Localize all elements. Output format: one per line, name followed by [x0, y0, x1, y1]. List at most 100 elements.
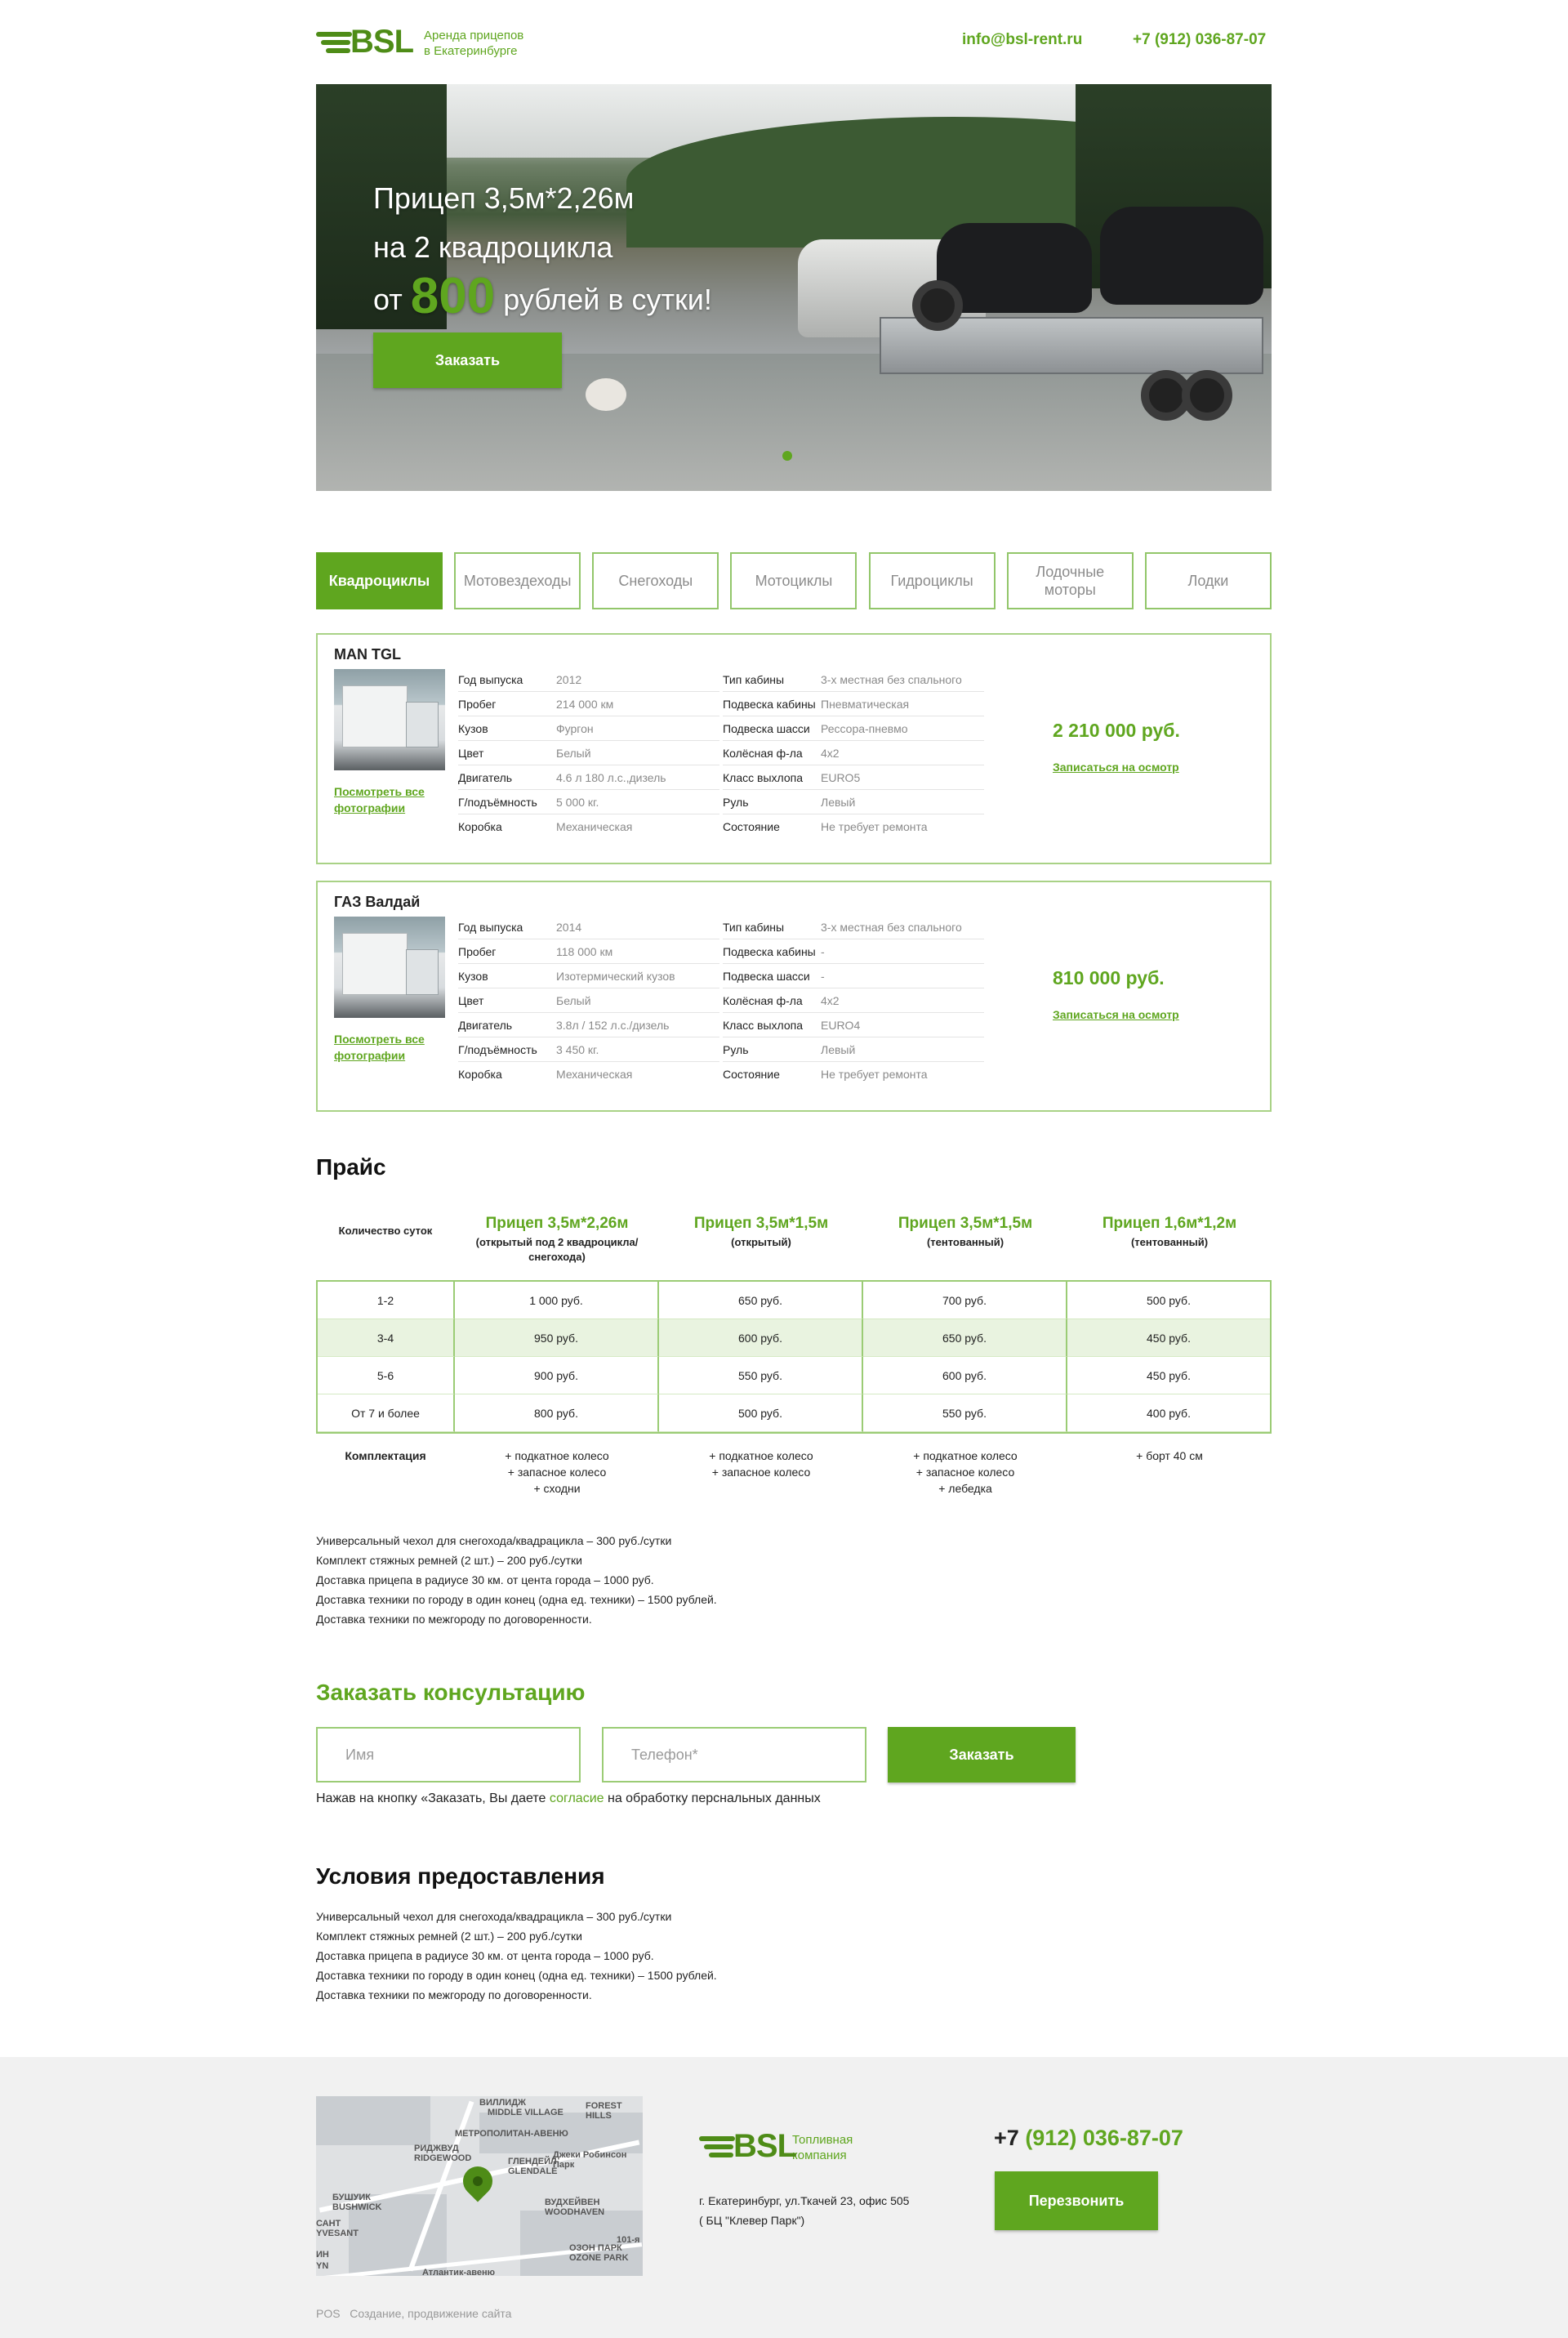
column-title: Прицеп 1,6м*1,2м [1102, 1215, 1237, 1232]
callback-button[interactable]: Перезвонить [995, 2171, 1158, 2230]
spec-key: Год выпуска [458, 672, 523, 686]
map-label: YVESANT [316, 2229, 359, 2238]
note-line: Доставка прицепа в радиусе 30 км. от цен… [316, 1949, 654, 1962]
spec-key: Состояние [723, 820, 780, 833]
tab-1[interactable]: Мотовездеходы [454, 552, 581, 609]
hero-order-button[interactable]: Заказать [373, 332, 562, 388]
consult-title: Заказать консультацию [316, 1680, 586, 1705]
hero-price-number: 800 [410, 268, 496, 324]
tab-4[interactable]: Гидроциклы [868, 552, 996, 609]
tab-3[interactable]: Мотоциклы [730, 552, 858, 609]
spec-value: Не требует ремонта [821, 1068, 928, 1081]
spec-key: Подвеска кабины [723, 944, 816, 958]
kit-list: + подкатное колесо + запасное колесо + леб… [863, 1448, 1067, 1497]
footer-logo-text: BSL [733, 2128, 797, 2164]
terms-notes: Универсальный чехол для снегохода/квадра… [316, 1907, 717, 2005]
price-cell: 550 руб. [863, 1394, 1067, 1432]
spec-value: Белый [556, 746, 591, 760]
category-tabs: Квадроциклы Мотовездеходы Снегоходы Мотоцик… [316, 552, 1272, 609]
price-cell: 400 руб. [1067, 1394, 1270, 1432]
spec-value: 3-х местная без спального [821, 920, 962, 934]
consent-link[interactable]: согласие [550, 1791, 604, 1805]
spec-key: Г/подъёмность [458, 1042, 537, 1056]
spec-row: Руль Левый [723, 1037, 984, 1062]
view-all-photos-link[interactable]: Посмотреть все фотографии [334, 783, 432, 816]
spec-row: Тип кабины 3-х местная без спального [723, 915, 984, 939]
view-all-photos-link[interactable]: Посмотреть все фотографии [334, 1031, 432, 1064]
book-inspection-link[interactable]: Записаться на осмотр [1053, 1008, 1179, 1021]
spec-row: Г/подъёмность 5 000 кг. [458, 790, 719, 814]
location-map[interactable]: ВИЛЛИДЖ MIDDLE VILLAGE FOREST HILLS МЕТРОПО… [316, 2096, 643, 2276]
map-label: RIDGEWOOD [414, 2153, 472, 2163]
price-cell: 1-2 [318, 1282, 455, 1319]
note-line: Доставка техники по городу в один конец … [316, 1593, 717, 1606]
kit-label: Комплектация [345, 1449, 426, 1462]
spec-row: Двигатель 4.6 л 180 л.с.,дизель [458, 765, 719, 790]
spec-key: Коробка [458, 1068, 502, 1081]
vehicle-card: MAN TGL Посмотреть все фотографии Год выпу… [316, 633, 1272, 864]
kit-list: + борт 40 см [1067, 1448, 1272, 1464]
tab-2[interactable]: Снегоходы [592, 552, 719, 609]
spec-key: Колёсная ф-ла [723, 993, 803, 1007]
footer-phone[interactable]: +7 (912) 036-87-07 [994, 2126, 1183, 2151]
phone-input[interactable]: Телефон* [602, 1727, 866, 1783]
book-inspection-link[interactable]: Записаться на осмотр [1053, 761, 1179, 774]
vehicle-photo[interactable] [334, 917, 445, 1018]
consult-order-button[interactable]: Заказать [888, 1727, 1076, 1783]
logo-mark: BSL [316, 24, 422, 60]
spec-row: Коробка Механическая [458, 1062, 719, 1086]
slider-dot-active[interactable] [782, 451, 792, 461]
price-row: От 7 и более 800 руб. 500 руб. 550 руб. 400 … [318, 1394, 1270, 1432]
kit-item: + запасное колесо [915, 1466, 1015, 1479]
price-cell: 5-6 [318, 1357, 455, 1394]
header-email-link[interactable]: info@bsl-rent.ru [962, 31, 1082, 49]
spec-key: Подвеска шасси [723, 721, 810, 735]
spec-key: Цвет [458, 993, 484, 1007]
spec-value: 4x2 [821, 746, 840, 760]
spec-row: Класс выхлопа EURO4 [723, 1013, 984, 1037]
tab-5[interactable]: Лодочные моторы [1006, 552, 1134, 609]
column-subtitle: (открытый) [731, 1236, 791, 1248]
tab-6[interactable]: Лодки [1144, 552, 1272, 609]
spec-row: Цвет Белый [458, 741, 719, 765]
price-notes: Универсальный чехол для снегохода/квадра… [316, 1531, 717, 1629]
pos-brand: POS [316, 2307, 341, 2320]
price-title: Прайс [316, 1154, 386, 1180]
spec-key: Руль [723, 1042, 749, 1056]
copyright[interactable]: POS Создание, продвижение сайта [316, 2307, 511, 2320]
tab-0[interactable]: Квадроциклы [316, 552, 443, 609]
vehicle-photo[interactable] [334, 669, 445, 770]
map-label: WOODHAVEN [545, 2207, 605, 2217]
spec-value: Фургон [556, 721, 594, 735]
photo-truck-body [342, 685, 408, 747]
spec-value: Пневматическая [821, 697, 910, 711]
price-cell: 900 руб. [455, 1357, 659, 1394]
footer-logo[interactable]: BSL Топливная компания [699, 2128, 853, 2164]
footer-logo-mark: BSL [699, 2128, 805, 2164]
hero-wheel [1182, 370, 1232, 421]
header-phone-link[interactable]: +7 (912) 036-87-07 [1133, 31, 1266, 49]
logo-text: BSL [350, 24, 414, 60]
spec-key: Подвеска шасси [723, 969, 810, 983]
photo-truck-body [342, 933, 408, 995]
spec-value: Левый [821, 795, 856, 809]
site-logo[interactable]: BSL Аренда прицепов в Екатеринбурге [316, 24, 523, 60]
kit-list: + подкатное колесо + запасное колесо + схо… [455, 1448, 659, 1497]
spec-list-right: Тип кабины 3-х местная без спального Подве… [723, 915, 984, 1086]
spec-key: Цвет [458, 746, 484, 760]
price-cell: 500 руб. [1067, 1282, 1270, 1319]
note-line: Комплект стяжных ремней (2 шт.) – 200 ру… [316, 1554, 582, 1567]
name-input[interactable]: Имя [316, 1727, 581, 1783]
spec-row: Пробег 214 000 км [458, 692, 719, 716]
price-cell: 600 руб. [659, 1319, 863, 1357]
spec-row: Коробка Механическая [458, 814, 719, 839]
price-cell: 800 руб. [455, 1394, 659, 1432]
map-label: МЕТРОПОЛИТАН-АВЕНЮ [455, 2129, 568, 2139]
price-cell: 600 руб. [863, 1357, 1067, 1394]
consent-pre: Нажав на кнопку «Заказать, Вы даете [316, 1791, 550, 1805]
column-subtitle: (открытый под 2 квадроцикла/ снегохода) [475, 1236, 639, 1263]
price-row: 3-4 950 руб. 600 руб. 650 руб. 450 руб. [318, 1319, 1270, 1357]
price-cell: 450 руб. [1067, 1357, 1270, 1394]
footer-phone-prefix: +7 [994, 2126, 1019, 2150]
footer: ВИЛЛИДЖ MIDDLE VILLAGE FOREST HILLS МЕТРОПО… [0, 2057, 1568, 2338]
